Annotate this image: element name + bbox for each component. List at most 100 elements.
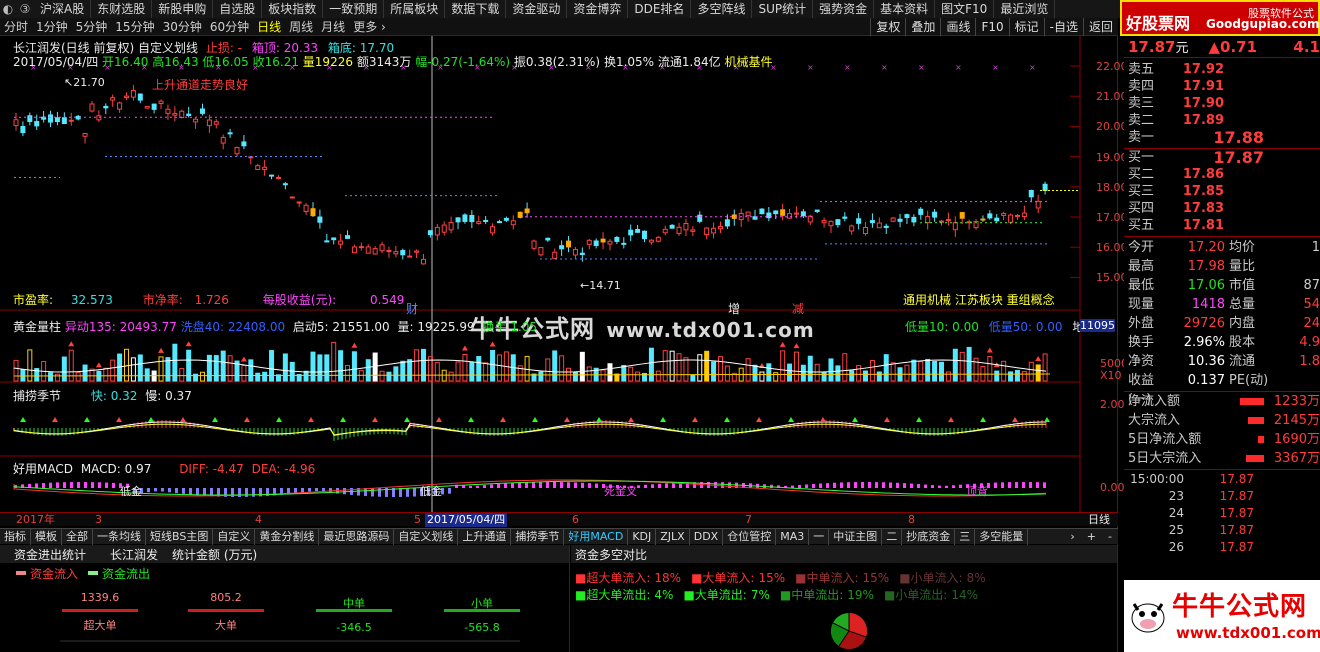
volume-bar <box>241 365 247 382</box>
chart-tool-button[interactable]: 标记 <box>1008 17 1044 36</box>
period-tab[interactable]: 30分钟 <box>159 18 206 36</box>
indicator-tab[interactable]: 自定义 <box>213 528 256 545</box>
indicator-tab[interactable]: 全部 <box>62 528 93 545</box>
top-menu-item[interactable]: 强势资金 <box>813 0 875 18</box>
top-menu-item[interactable]: DDE排名 <box>628 0 692 18</box>
candle-body <box>793 212 799 215</box>
top-menu-item[interactable]: 资金驱动 <box>506 0 568 18</box>
indicator-tab[interactable]: 上升通道 <box>458 528 512 545</box>
indicator-tab[interactable]: 仓位管控 <box>723 528 777 545</box>
candle-body <box>904 214 910 218</box>
quote-row[interactable]: 买四 17.83 <box>1128 200 1320 217</box>
top-menu-item[interactable]: 最近浏览 <box>994 0 1056 18</box>
quote-row[interactable]: 卖四 17.91 <box>1128 78 1320 95</box>
quote-row[interactable]: 卖二 17.89 <box>1128 112 1320 129</box>
indicator-tab[interactable]: 最近思路源码 <box>319 528 395 545</box>
system-menu-icon[interactable]: ◐ <box>0 2 16 16</box>
candle-body <box>476 221 482 224</box>
top-menu-item[interactable]: 所属板块 <box>384 0 446 18</box>
top-menu-item[interactable]: 新股申购 <box>152 0 214 18</box>
chart-tool-button[interactable]: 返回 <box>1082 17 1118 36</box>
period-tab[interactable]: 15分钟 <box>111 18 158 36</box>
top-menu-item[interactable]: 数据下载 <box>445 0 507 18</box>
minus-tab-icon[interactable]: - <box>1102 530 1118 543</box>
candle-body <box>496 221 502 224</box>
indicator-tab[interactable]: 抄底资金 <box>902 528 956 545</box>
top-menu-item[interactable]: 一致预期 <box>323 0 385 18</box>
macd-bar <box>938 485 941 488</box>
add-tab-icon[interactable]: + <box>1081 530 1102 543</box>
inflow-swatch: ■ <box>575 571 587 585</box>
indicator-tab[interactable]: 模板 <box>31 528 62 545</box>
chart-tool-button[interactable]: F10 <box>975 17 1008 36</box>
quote-row[interactable]: 买二 17.86 <box>1128 166 1320 183</box>
top-menu-item[interactable]: 自选股 <box>213 0 263 18</box>
quote-row[interactable]: 买三 17.85 <box>1128 183 1320 200</box>
indicator-tab[interactable]: ZJLX <box>656 528 690 545</box>
indicator-tab[interactable]: MA3 <box>776 528 810 545</box>
top-menu-item[interactable]: 沪深A股 <box>34 0 92 18</box>
indicator-tab[interactable]: KDJ <box>628 528 657 545</box>
top-menu-item[interactable]: 基本资料 <box>874 0 936 18</box>
top-menu-item[interactable]: SUP统计 <box>752 0 814 18</box>
period-tab[interactable]: 5分钟 <box>72 18 112 36</box>
top-menu-item[interactable]: 板块指数 <box>262 0 324 18</box>
candle-body <box>345 235 351 239</box>
quote-row[interactable]: 卖一 17.88 <box>1128 129 1320 146</box>
chart-tool-button[interactable]: 复权 <box>870 17 905 36</box>
macd-bar <box>798 485 801 488</box>
candle-body <box>662 228 668 234</box>
indicator-tab[interactable]: 三 <box>955 528 976 545</box>
period-tab[interactable]: 1分钟 <box>32 18 72 36</box>
top-menu-item[interactable]: 多空阵线 <box>691 0 753 18</box>
candle-body <box>655 236 661 242</box>
volume-bar <box>310 351 316 382</box>
volume-bar <box>787 363 793 382</box>
period-tab[interactable]: 日线 <box>253 18 285 36</box>
volume-bar <box>255 372 261 382</box>
top-menu-item[interactable]: 资金博弈 <box>567 0 629 18</box>
volume-bar <box>752 364 758 382</box>
quote-row[interactable]: 买一 17.87 <box>1128 149 1320 166</box>
top-menu-item[interactable]: 东财选股 <box>91 0 153 18</box>
chart-tool-button[interactable]: 叠加 <box>905 17 940 36</box>
quote-panel: 17.87 元 ▲0.71 4.1 卖五 17.92 卖四 17.91 卖三 17.90 卖… <box>1124 36 1320 652</box>
indicator-tab[interactable]: 一条均线 <box>93 528 146 545</box>
footer-logo: 牛牛公式网 www.tdx001.com <box>1124 580 1320 652</box>
indicator-tab[interactable]: 自定义划线 <box>394 528 459 545</box>
quote-row[interactable]: 买五 17.81 <box>1128 217 1320 234</box>
indicator-tab[interactable]: DDX <box>690 528 724 545</box>
quote-label: 卖一 <box>1128 130 1155 145</box>
indicator-tab[interactable]: 多空能量 <box>975 528 1029 545</box>
macd-lbl1: 低金 <box>120 485 142 498</box>
chart-tool-button[interactable]: 画线 <box>940 17 975 36</box>
indicator-tab[interactable]: 捕捞季节 <box>511 528 565 545</box>
volume-arrow <box>986 347 993 353</box>
top-marker: × <box>955 63 962 72</box>
indicator-tab[interactable]: 中证主图 <box>829 528 883 545</box>
indicator-tab[interactable]: 二 <box>882 528 903 545</box>
period-tab[interactable]: 分时 <box>0 18 32 36</box>
indicator-tab[interactable]: 指标 <box>0 528 31 545</box>
candle-body <box>365 246 371 254</box>
period-tab[interactable]: 周线 <box>285 18 317 36</box>
indicator-tab[interactable]: 短线BS主图 <box>146 528 214 545</box>
period-tab[interactable]: 60分钟 <box>206 18 253 36</box>
quote-row[interactable]: 卖三 17.90 <box>1128 95 1320 112</box>
back-icon[interactable]: ③ <box>16 2 34 16</box>
indicator-tab[interactable]: 好用MACD <box>564 528 629 545</box>
candle-body <box>20 126 26 134</box>
chart-tool-button[interactable]: -自选 <box>1043 17 1083 36</box>
next-tab-icon[interactable]: › <box>1064 530 1080 543</box>
top-menu-item[interactable]: 图文F10 <box>935 0 995 18</box>
volume-bar <box>766 363 772 382</box>
quote-row[interactable]: 卖五 17.92 <box>1128 61 1320 78</box>
candle-body <box>697 214 703 222</box>
period-tab[interactable]: 月线 <box>317 18 349 36</box>
indicator-tab[interactable]: 黄金分割线 <box>255 528 320 545</box>
indicator-tab[interactable]: 一 <box>809 528 830 545</box>
stat-value: 29726 <box>1183 316 1225 331</box>
macd-bar <box>588 483 591 488</box>
period-tab[interactable]: 更多 › <box>349 18 390 36</box>
season-title: 捕捞季节 <box>13 389 62 403</box>
